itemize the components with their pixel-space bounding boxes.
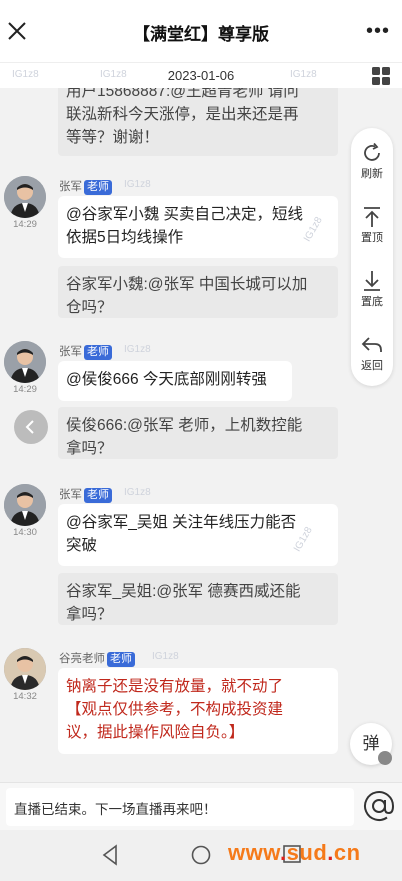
quoted-message: 谷家军_吴姐:@张军 德赛西威还能 拿吗？: [58, 573, 338, 625]
watermark: IG1z8: [124, 487, 151, 498]
refresh-label: 刷新: [361, 168, 383, 180]
grid-icon[interactable]: [372, 67, 390, 85]
sender-name-text: 张军: [59, 346, 82, 358]
chat-area[interactable]: 用户15868887:@王超青老师 请问 联泓新科今天涨停，是出来还是再 等等？…: [0, 88, 402, 782]
watermark-part: www: [228, 840, 281, 865]
reply-line: @谷家军小魏 买卖自己决定，短线: [66, 206, 304, 223]
message-input[interactable]: 直播已结束。下一场直播再来吧！: [6, 788, 354, 826]
watermark: IG1z8: [152, 651, 179, 662]
avatar[interactable]: [4, 176, 46, 218]
watermark-part: cn: [333, 840, 361, 865]
nav-home-icon[interactable]: [190, 844, 212, 866]
close-icon[interactable]: [6, 20, 28, 42]
sender-name: 张军 老师: [59, 343, 112, 360]
return-icon: [361, 337, 382, 352]
quote-line: 等等？谢谢！: [66, 129, 160, 146]
teacher-badge: 老师: [84, 345, 112, 360]
watermark-part: .: [280, 840, 287, 865]
back-label: 返回: [361, 360, 383, 372]
date-label: 2023-01-06: [167, 68, 235, 83]
back-button[interactable]: 返回: [351, 328, 393, 384]
bottom-label: 置底: [361, 296, 383, 308]
quote-line: 拿吗？: [66, 606, 113, 623]
avatar[interactable]: [4, 648, 46, 690]
reply-bubble: @侯俊666 今天底部刚刚转强: [58, 361, 292, 401]
reply-line: @侯俊666 今天底部刚刚转强: [66, 371, 267, 388]
quote-line: 用户15868887:@王超青老师 请问: [66, 88, 299, 100]
sender-name: 张军 老师: [59, 178, 112, 195]
watermark: IG1z8: [124, 179, 151, 190]
teacher-badge: 老师: [107, 652, 135, 667]
arrow-up-icon: [364, 207, 380, 227]
at-mention-icon[interactable]: [362, 789, 396, 823]
message-line: 议，据此操作风险自负。】: [66, 724, 245, 741]
quoted-message: 谷家军小魏:@张军 中国长城可以加 仓吗？: [58, 266, 338, 318]
top-label: 置顶: [361, 232, 383, 244]
watermark: IG1z8: [290, 69, 317, 80]
scroll-top-button[interactable]: 置顶: [351, 200, 393, 256]
message-bubble: 钠离子还是没有放量，就不动了 【观点仅供参考，不构成投资建 议，据此操作风险自负…: [58, 668, 338, 754]
site-watermark: www.sud.cn: [228, 840, 361, 866]
quote-line: 谷家军_吴姐:@张军 德赛西威还能: [66, 583, 301, 600]
teacher-badge: 老师: [84, 180, 112, 195]
message-line: 【观点仅供参考，不构成投资建: [66, 701, 284, 718]
avatar[interactable]: [4, 484, 46, 526]
quote-line: 仓吗？: [66, 299, 113, 316]
nav-back-icon[interactable]: [100, 844, 120, 866]
side-action-panel: 刷新 置顶 置底 返回: [351, 128, 393, 386]
message-time: 14:29: [13, 219, 37, 230]
collapse-button[interactable]: [14, 410, 48, 444]
reply-line: 突破: [66, 537, 98, 554]
date-bar: IG1z8 IG1z8 2023-01-06 IG1z8: [0, 62, 402, 88]
scroll-bottom-button[interactable]: 置底: [351, 264, 393, 320]
reply-bubble: @谷家军小魏 买卖自己决定，短线 依据5日均线操作: [58, 196, 338, 258]
watermark: IG1z8: [124, 344, 151, 355]
more-icon[interactable]: •••: [366, 20, 390, 43]
page-title: 【满堂红】尊享版: [133, 25, 269, 44]
avatar[interactable]: [4, 341, 46, 383]
danmu-button[interactable]: 弹: [350, 723, 392, 765]
refresh-button[interactable]: 刷新: [351, 136, 393, 192]
quote-line: 谷家军小魏:@张军 中国长城可以加: [66, 276, 308, 293]
quoted-message: 侯俊666:@张军 老师，上机数控能 拿吗？: [58, 407, 338, 459]
top-bar: 【满堂红】尊享版 •••: [0, 0, 402, 62]
watermark-part: sud: [286, 840, 328, 865]
danmu-label: 弹: [362, 734, 380, 753]
chevron-left-icon: [25, 420, 34, 434]
reply-bubble: @谷家军_吴姐 关注年线压力能否 突破: [58, 504, 338, 566]
danmu-off-icon: [378, 751, 392, 765]
watermark-part: .: [327, 840, 334, 865]
message-line: 钠离子还是没有放量，就不动了: [66, 678, 284, 695]
sender-name-text: 谷亮老师: [59, 653, 105, 665]
refresh-icon: [364, 142, 380, 161]
arrow-down-icon: [364, 271, 380, 291]
reply-line: @谷家军_吴姐 关注年线压力能否: [66, 514, 297, 531]
message-time: 14:30: [13, 527, 37, 538]
input-bar: 直播已结束。下一场直播再来吧！: [0, 782, 402, 830]
teacher-badge: 老师: [84, 488, 112, 503]
sender-name-text: 张军: [59, 489, 82, 501]
quote-line: 侯俊666:@张军 老师，上机数控能: [66, 417, 303, 434]
reply-line: 依据5日均线操作: [66, 229, 184, 246]
quote-line: 拿吗？: [66, 440, 113, 457]
sender-name-text: 张军: [59, 181, 82, 193]
quoted-message: 用户15868887:@王超青老师 请问 联泓新科今天涨停，是出来还是再 等等？…: [58, 88, 338, 156]
quote-line: 联泓新科今天涨停，是出来还是再: [66, 106, 299, 123]
sender-name: 谷亮老师 老师: [59, 650, 135, 667]
message-time: 14:29: [13, 384, 37, 395]
sender-name: 张军 老师: [59, 486, 112, 503]
message-time: 14:32: [13, 691, 37, 702]
